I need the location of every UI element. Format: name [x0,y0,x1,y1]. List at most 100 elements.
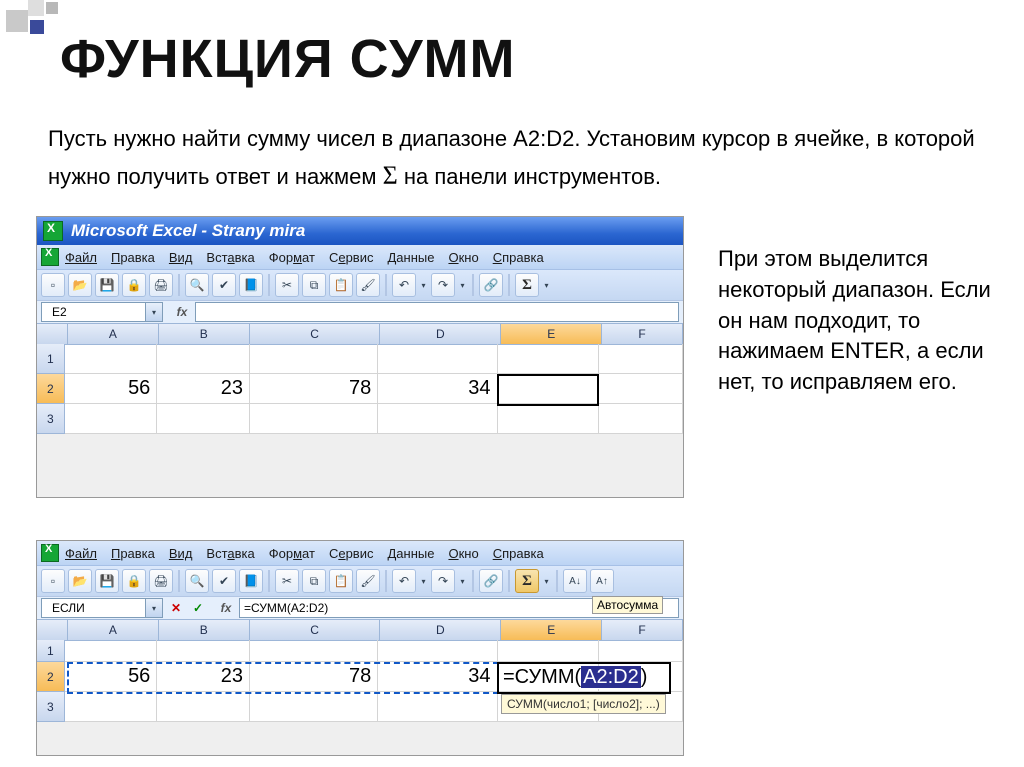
cell-C3[interactable] [250,404,378,434]
spelling-icon[interactable]: ✔ [212,569,236,593]
cell-A2[interactable]: 56 [65,374,158,404]
autosum-icon[interactable]: Σ [515,273,539,297]
menu-edit[interactable]: Правка [111,546,155,561]
col-header-E[interactable]: E [501,324,602,345]
name-box[interactable]: ЕСЛИ ▾ [41,598,163,618]
save-icon[interactable]: 💾 [95,569,119,593]
format-painter-icon[interactable]: 🖌 [356,569,380,593]
cell-D3[interactable] [378,692,497,722]
new-icon[interactable]: ▫ [41,273,65,297]
copy-icon[interactable]: ⧉ [302,569,326,593]
open-icon[interactable]: 📂 [68,273,92,297]
redo-icon[interactable]: ↷ [431,569,455,593]
cancel-formula-icon[interactable]: ✕ [167,599,185,617]
menu-file[interactable]: Файл [65,250,97,265]
spreadsheet-grid[interactable]: A B C D E F 1 2 56 23 78 34 3 [37,323,683,434]
name-box[interactable]: E2 ▾ [41,302,163,322]
col-header-F[interactable]: F [602,324,683,345]
cell-E1[interactable] [498,640,600,662]
cell-B3[interactable] [157,692,250,722]
paste-icon[interactable]: 📋 [329,569,353,593]
autosum-dropdown-icon[interactable]: ▾ [542,281,551,290]
menu-data[interactable]: Данные [387,546,434,561]
cell-F2[interactable] [599,374,683,404]
formula-bar[interactable]: ЕСЛИ ▾ ✕ ✓ fx =СУММ(A2:D2) [37,596,683,619]
undo-dropdown-icon[interactable]: ▾ [419,281,428,290]
undo-dropdown-icon[interactable]: ▾ [419,577,428,586]
print-preview-icon[interactable]: 🔍 [185,273,209,297]
menu-view[interactable]: Вид [169,250,193,265]
cell-C3[interactable] [250,692,378,722]
cell-C2[interactable]: 78 [250,374,378,404]
cell-B1[interactable] [157,344,250,374]
name-box-dropdown-icon[interactable]: ▾ [145,303,162,321]
row-header-1[interactable]: 1 [37,640,65,662]
menu-bar[interactable]: Файл Правка Вид Вставка Формат Сервис Да… [37,245,683,269]
col-header-E[interactable]: E [501,620,602,641]
permission-icon[interactable]: 🔒 [122,569,146,593]
permission-icon[interactable]: 🔒 [122,273,146,297]
cell-C1[interactable] [250,344,378,374]
cell-D1[interactable] [378,640,497,662]
menu-format[interactable]: Формат [269,546,315,561]
cut-icon[interactable]: ✂ [275,569,299,593]
row-header-3[interactable]: 3 [37,404,65,434]
menu-help[interactable]: Справка [493,250,544,265]
cell-A3[interactable] [65,404,158,434]
col-header-F[interactable]: F [602,620,683,641]
cut-icon[interactable]: ✂ [275,273,299,297]
name-box-dropdown-icon[interactable]: ▾ [145,599,162,617]
menu-insert[interactable]: Вставка [206,546,254,561]
menu-tools[interactable]: Сервис [329,250,374,265]
col-header-A[interactable]: A [68,324,159,345]
save-icon[interactable]: 💾 [95,273,119,297]
cell-E2[interactable] [498,374,600,404]
cell-D2[interactable]: 34 [378,662,497,692]
select-all-corner[interactable] [37,324,68,345]
menu-edit[interactable]: Правка [111,250,155,265]
print-icon[interactable]: 🖨 [149,569,173,593]
spreadsheet-grid[interactable]: A B C D E F 1 2 56 23 78 34 3 [37,619,683,722]
cell-C2[interactable]: 78 [250,662,378,692]
cell-F3[interactable] [599,404,683,434]
col-header-D[interactable]: D [380,324,501,345]
cell-F1[interactable] [599,640,683,662]
cell-D2[interactable]: 34 [378,374,497,404]
col-header-C[interactable]: C [250,620,381,641]
standard-toolbar[interactable]: ▫ 📂 💾 🔒 🖨 🔍 ✔ 📘 ✂ ⧉ 📋 🖌 ↶ ▾ ↷ ▾ 🔗 Σ ▾ A↓… [37,565,683,596]
format-painter-icon[interactable]: 🖌 [356,273,380,297]
select-all-corner[interactable] [37,620,68,641]
cell-A1[interactable] [65,640,158,662]
print-icon[interactable]: 🖨 [149,273,173,297]
enter-formula-icon[interactable]: ✓ [189,599,207,617]
menu-view[interactable]: Вид [169,546,193,561]
menu-format[interactable]: Формат [269,250,315,265]
cell-E3[interactable] [498,404,600,434]
cell-B2[interactable]: 23 [157,662,250,692]
research-icon[interactable]: 📘 [239,569,263,593]
cell-B3[interactable] [157,404,250,434]
cell-F1[interactable] [599,344,683,374]
menu-help[interactable]: Справка [493,546,544,561]
cell-C1[interactable] [250,640,378,662]
undo-icon[interactable]: ↶ [392,273,416,297]
menu-file[interactable]: Файл [65,546,97,561]
menu-window[interactable]: Окно [448,546,478,561]
formula-input[interactable] [195,302,679,322]
open-icon[interactable]: 📂 [68,569,92,593]
copy-icon[interactable]: ⧉ [302,273,326,297]
autosum-icon[interactable]: Σ [515,569,539,593]
col-header-A[interactable]: A [68,620,159,641]
standard-toolbar[interactable]: ▫ 📂 💾 🔒 🖨 🔍 ✔ 📘 ✂ ⧉ 📋 🖌 ↶ ▾ ↷ ▾ 🔗 Σ ▾ [37,269,683,300]
fx-icon[interactable]: fx [173,303,191,321]
row-header-2[interactable]: 2 [37,374,65,404]
menu-window[interactable]: Окно [448,250,478,265]
sort-asc-icon[interactable]: A↓ [563,569,587,593]
redo-icon[interactable]: ↷ [431,273,455,297]
fx-icon[interactable]: fx [217,599,235,617]
cell-A1[interactable] [65,344,158,374]
formula-bar[interactable]: E2 ▾ fx [37,300,683,323]
col-header-D[interactable]: D [380,620,501,641]
undo-icon[interactable]: ↶ [392,569,416,593]
new-icon[interactable]: ▫ [41,569,65,593]
